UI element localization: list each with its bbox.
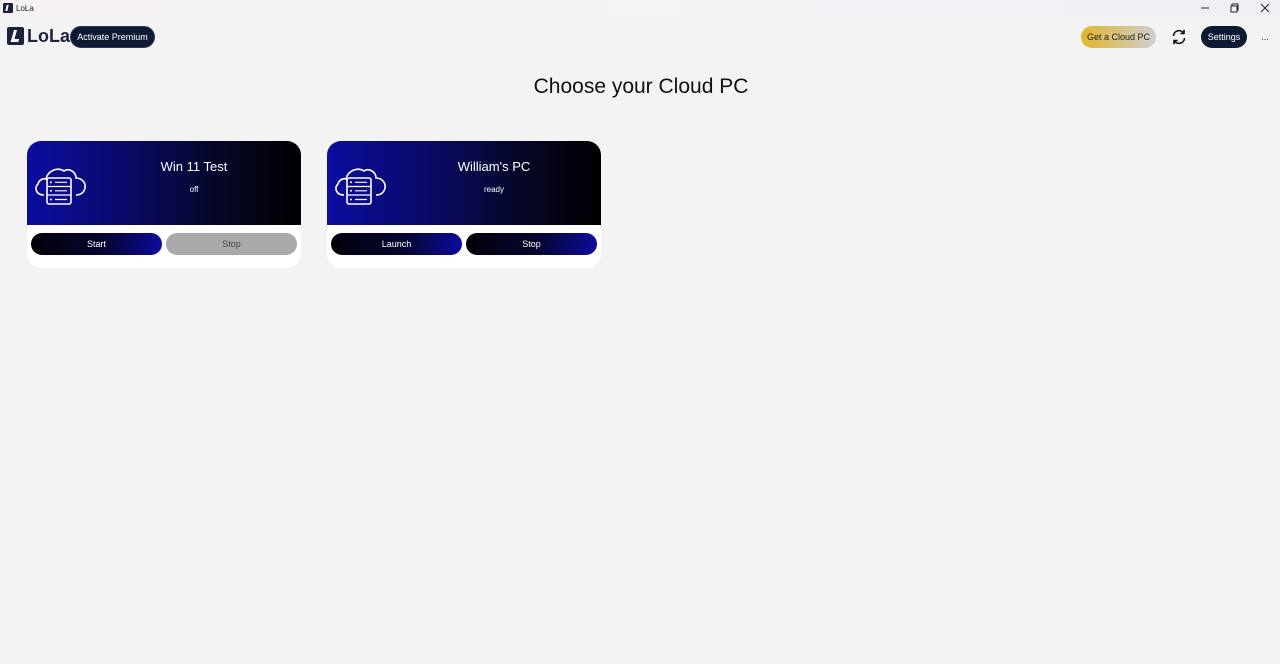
restore-icon [1230, 3, 1239, 13]
settings-button[interactable]: Settings [1201, 26, 1247, 48]
lola-logo-icon [7, 27, 24, 45]
window-title: LoLa [16, 3, 34, 13]
cloud-pc-status: off [189, 185, 199, 194]
window-controls [1190, 0, 1280, 16]
cloud-pc-name: Win 11 Test [160, 159, 228, 174]
launch-button[interactable]: Launch [331, 233, 462, 255]
cloud-pc-status: ready [483, 185, 504, 194]
card-header: William's PC ready [327, 141, 601, 225]
close-icon [1260, 3, 1270, 13]
page-title: Choose your Cloud PC [533, 75, 749, 98]
cloud-server-icon [35, 168, 86, 205]
app-icon [3, 3, 13, 13]
brand-name: LoLa [27, 26, 70, 46]
cloud-pc-card: William's PC ready Launch Stop [327, 141, 601, 268]
cloud-pc-name: William's PC [457, 159, 531, 174]
minimize-icon [1201, 7, 1209, 9]
card-actions: Start Stop [31, 233, 297, 255]
refresh-icon [1172, 29, 1186, 45]
start-button[interactable]: Start [31, 233, 162, 255]
card-header: Win 11 Test off [27, 141, 301, 225]
brand: LoLa [7, 27, 70, 45]
stop-button[interactable]: Stop [166, 233, 297, 255]
minimize-button[interactable] [1190, 0, 1220, 16]
stop-button[interactable]: Stop [466, 233, 597, 255]
card-actions: Launch Stop [331, 233, 597, 255]
close-button[interactable] [1250, 0, 1280, 16]
restore-button[interactable] [1220, 0, 1250, 16]
activate-premium-button[interactable]: Activate Premium [70, 26, 155, 48]
refresh-button[interactable] [1168, 26, 1190, 48]
cloud-server-icon [335, 168, 386, 205]
cloud-pc-card: Win 11 Test off Start Stop [27, 141, 301, 268]
get-cloud-pc-button[interactable]: Get a Cloud PC [1081, 26, 1156, 48]
more-options-button[interactable]: ... [1258, 28, 1272, 46]
title-bar: LoLa [0, 0, 1280, 16]
